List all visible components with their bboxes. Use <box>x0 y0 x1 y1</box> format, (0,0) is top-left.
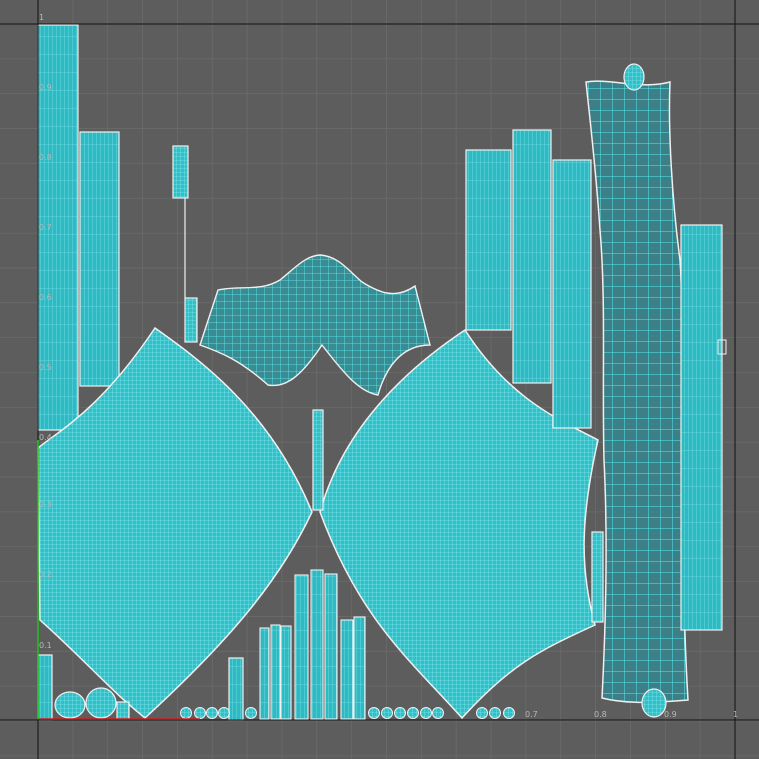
uv-shell-disc[interactable] <box>85 687 117 719</box>
uv-shell-wave[interactable] <box>199 254 431 396</box>
u-tick-label: 0.9 <box>664 710 677 719</box>
v-tick-label: 0.2 <box>39 570 52 579</box>
uv-shell-disc[interactable] <box>54 691 86 719</box>
uv-shell-dot[interactable] <box>394 707 406 719</box>
uv-shell-strip[interactable] <box>680 224 723 631</box>
uv-shell-strip[interactable] <box>312 409 324 511</box>
uv-shell-bar[interactable] <box>310 569 324 720</box>
uv-shell-strip[interactable] <box>465 149 512 331</box>
uv-shell-dot[interactable] <box>218 707 230 719</box>
uv-shell-bar[interactable] <box>294 574 309 720</box>
uv-editor-viewport[interactable]: 1 0.9 0.8 0.7 0.6 0.5 0.4 0.3 0.2 0.1 0.7 0.8 0.9 1 <box>0 0 759 759</box>
uv-shell-dot[interactable] <box>503 707 515 719</box>
v-tick-label: 0.1 <box>39 641 52 650</box>
v-tick-label: 0.5 <box>39 363 52 372</box>
uv-shell-dot[interactable] <box>381 707 393 719</box>
uv-shell-bars[interactable] <box>259 569 366 720</box>
u-tick-label: 0.7 <box>525 710 538 719</box>
uv-shell-bar[interactable] <box>353 616 366 720</box>
u-tick-label: 0.8 <box>594 710 607 719</box>
uv-shell-dot[interactable] <box>420 707 432 719</box>
uv-shell-bar[interactable] <box>340 619 354 720</box>
uv-shell-dot[interactable] <box>368 707 380 719</box>
u-tick-label: 1 <box>733 710 738 719</box>
uv-shell-strip[interactable] <box>116 701 130 720</box>
uv-shell-bar[interactable] <box>324 573 338 720</box>
v-tick-label: 0.8 <box>39 153 52 162</box>
uv-shell-strip[interactable] <box>37 654 53 721</box>
uv-shell-strip[interactable] <box>512 129 552 384</box>
v-tick-label: 0.6 <box>39 293 52 302</box>
v-tick-label: 1 <box>39 13 44 22</box>
uv-shell-bar[interactable] <box>280 625 292 720</box>
uv-shell-strip[interactable] <box>552 159 592 429</box>
uv-shell-dot[interactable] <box>489 707 501 719</box>
uv-shell-dot[interactable] <box>476 707 488 719</box>
v-tick-label: 0.9 <box>39 83 52 92</box>
uv-shell-bar[interactable] <box>270 624 281 720</box>
v-tick-label: 0.4 <box>39 433 52 442</box>
uv-shell-dot[interactable] <box>206 707 218 719</box>
uv-shell-strip[interactable] <box>172 145 189 199</box>
uv-shell-dot[interactable] <box>194 707 206 719</box>
uv-canvas[interactable]: 1 0.9 0.8 0.7 0.6 0.5 0.4 0.3 0.2 0.1 0.7 0.8 0.9 1 <box>0 0 759 759</box>
uv-shell-dot[interactable] <box>245 707 257 719</box>
v-tick-label: 0.3 <box>39 500 52 509</box>
v-tick-label: 0.7 <box>39 223 52 232</box>
uv-shell-dot[interactable] <box>432 707 444 719</box>
uv-shell-knob[interactable] <box>641 688 667 718</box>
uv-shell-strip[interactable] <box>228 657 244 721</box>
uv-shell-strip[interactable] <box>79 131 120 387</box>
uv-shell-dot[interactable] <box>180 707 192 719</box>
uv-shell-strip[interactable] <box>591 531 604 623</box>
uv-shell-bar[interactable] <box>259 627 270 720</box>
uv-shell-knob[interactable] <box>623 63 645 91</box>
uv-shell-strip[interactable] <box>184 297 198 343</box>
uv-shells[interactable] <box>37 24 727 721</box>
uv-shell-dot[interactable] <box>407 707 419 719</box>
